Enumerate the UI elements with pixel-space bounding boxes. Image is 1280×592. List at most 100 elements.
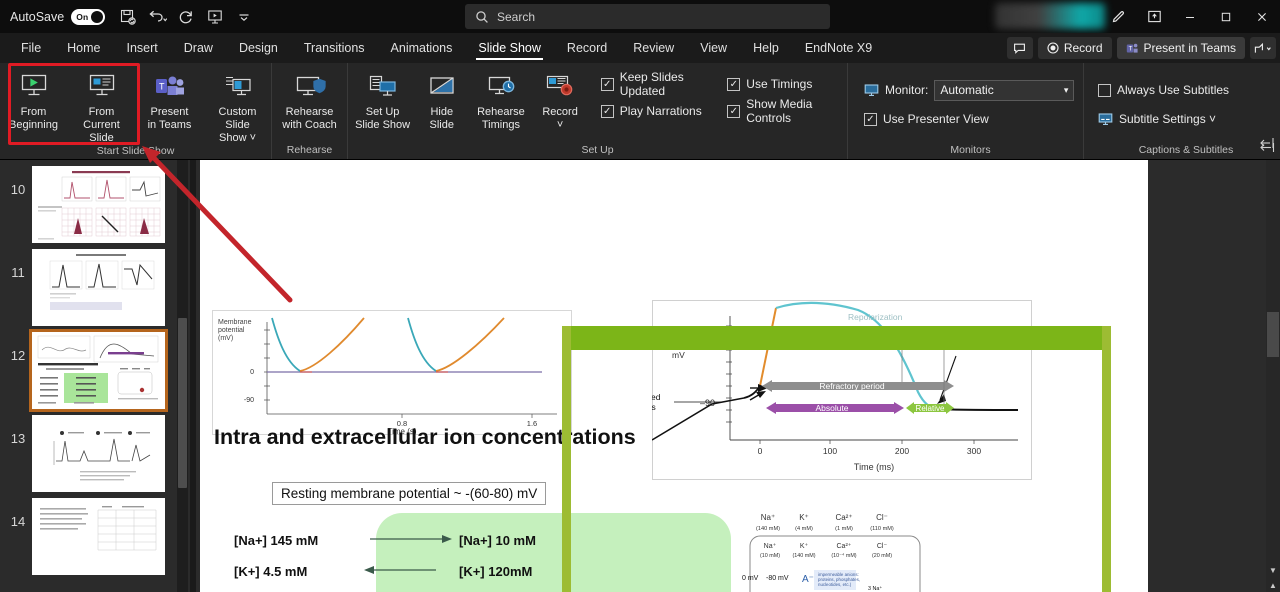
intracellular-ion-0: [Na+] 10 mM bbox=[459, 533, 536, 548]
svg-text:(110 mM): (110 mM) bbox=[870, 526, 894, 532]
tab-help[interactable]: Help bbox=[740, 33, 792, 63]
thumbnail-pane-scrollbar[interactable] bbox=[177, 160, 188, 592]
tab-label: Slide Show bbox=[478, 41, 541, 55]
tab-slide-show[interactable]: Slide Show bbox=[465, 33, 554, 63]
slide-thumbnail-12[interactable] bbox=[29, 329, 168, 412]
checkbox-mark: ✓ bbox=[727, 77, 741, 91]
save-icon[interactable] bbox=[115, 5, 141, 29]
show-media-controls-checkbox[interactable]: ✓ Show Media Controls bbox=[727, 97, 841, 125]
checkbox-mark: ✓ bbox=[727, 104, 741, 118]
previous-slide-button[interactable]: ▲ bbox=[1267, 579, 1279, 592]
thumbnail-row-10[interactable]: 10 bbox=[0, 160, 190, 243]
svg-text:(mV): (mV) bbox=[218, 335, 233, 342]
record-ribbon-button[interactable]: Record ˅ bbox=[532, 67, 589, 132]
thumbnail-row-13[interactable]: 13 bbox=[0, 409, 190, 492]
autosave-toggle-state: On bbox=[76, 11, 89, 22]
title-bar: AutoSave On Search bbox=[0, 0, 1280, 33]
from-current-slide-button[interactable]: From Current Slide bbox=[69, 67, 135, 145]
tab-file[interactable]: File bbox=[8, 33, 54, 63]
redo-icon[interactable] bbox=[173, 5, 199, 29]
from-beginning-button[interactable]: From Beginning bbox=[1, 67, 67, 132]
autosave-toggle[interactable]: On bbox=[71, 8, 106, 25]
svg-text:(10 mM): (10 mM) bbox=[760, 553, 780, 559]
from-beginning-label: From Beginning bbox=[9, 106, 58, 131]
monitor-select[interactable]: Automatic ▾ bbox=[934, 79, 1075, 101]
monitor-selector-row: Monitor: Automatic ▾ bbox=[864, 79, 1075, 101]
tab-label: View bbox=[700, 41, 728, 55]
rehearse-with-coach-button[interactable]: Rehearse with Coach bbox=[277, 67, 343, 132]
teams-people-icon: T bbox=[154, 71, 186, 103]
ribbon-group-label: Rehearse bbox=[286, 144, 333, 156]
tab-animations[interactable]: Animations bbox=[378, 33, 466, 63]
tab-review[interactable]: Review bbox=[620, 33, 687, 63]
next-slide-button[interactable]: ▼ bbox=[1267, 564, 1279, 577]
slide-scrollbar-thumb[interactable] bbox=[1267, 312, 1279, 357]
slide-thumbnail-11[interactable] bbox=[32, 249, 165, 326]
tab-label: Home bbox=[67, 41, 101, 55]
thumbnail-row-14[interactable]: 14 bbox=[0, 492, 190, 575]
tab-label: Help bbox=[753, 41, 779, 55]
present-in-teams-ribbon-button[interactable]: T Present in Teams bbox=[137, 67, 203, 132]
teams-icon: T bbox=[1126, 43, 1138, 53]
thumbnail-scrollbar-thumb[interactable] bbox=[178, 318, 187, 488]
always-use-subtitles-checkbox[interactable]: Always Use Subtitles bbox=[1098, 79, 1229, 101]
inside-ion-na: Na⁺ bbox=[764, 543, 777, 550]
record-ribbon-icon bbox=[545, 71, 575, 103]
present-in-teams-label: Present in Teams bbox=[1143, 41, 1237, 55]
start-presentation-icon[interactable] bbox=[202, 5, 228, 29]
tab-design[interactable]: Design bbox=[226, 33, 291, 63]
slide-thumbnail-14[interactable] bbox=[32, 498, 165, 575]
slide-thumbnail-10[interactable] bbox=[32, 166, 165, 243]
tab-endnote-x9[interactable]: EndNote X9 bbox=[792, 33, 885, 63]
slide-vertical-scrollbar[interactable]: ▼ ▲ bbox=[1266, 160, 1280, 592]
play-narrations-checkbox[interactable]: ✓ Play Narrations bbox=[600, 100, 714, 122]
undo-icon[interactable] bbox=[144, 5, 170, 29]
use-presenter-view-label: Use Presenter View bbox=[883, 112, 989, 126]
close-button[interactable] bbox=[1244, 0, 1280, 33]
tab-transitions[interactable]: Transitions bbox=[291, 33, 378, 63]
tab-draw[interactable]: Draw bbox=[171, 33, 226, 63]
present-in-teams-button[interactable]: T Present in Teams bbox=[1116, 37, 1245, 59]
svg-text:(4 mM): (4 mM) bbox=[795, 526, 813, 532]
restore-button[interactable] bbox=[1208, 0, 1244, 33]
ribbon-display-options-icon[interactable] bbox=[1136, 0, 1172, 33]
search-input[interactable]: Search bbox=[465, 4, 830, 29]
thumbnail-number: 14 bbox=[10, 514, 26, 529]
tab-view[interactable]: View bbox=[687, 33, 740, 63]
tab-record[interactable]: Record bbox=[554, 33, 620, 63]
pin-ribbon-icon[interactable] bbox=[1260, 137, 1274, 152]
record-button[interactable]: Record bbox=[1037, 37, 1112, 59]
slide-thumbnail-13[interactable] bbox=[32, 415, 165, 492]
checkbox-mark: ✓ bbox=[600, 77, 614, 91]
tab-home[interactable]: Home bbox=[54, 33, 113, 63]
checkbox-empty bbox=[1098, 83, 1111, 97]
pen-icon[interactable] bbox=[1100, 0, 1136, 33]
autosave-toggle-knob bbox=[91, 10, 104, 23]
use-timings-checkbox[interactable]: ✓ Use Timings bbox=[727, 73, 841, 95]
share-button[interactable] bbox=[1250, 37, 1276, 59]
rehearse-timings-button[interactable]: Rehearse Timings bbox=[472, 67, 529, 132]
ribbon-group-set-up: Set Up Slide Show Hide Slide Rehearse Ti… bbox=[348, 63, 848, 159]
set-up-slide-show-label: Set Up Slide Show bbox=[355, 106, 411, 131]
svg-text:mV: mV bbox=[672, 350, 685, 360]
customize-quick-access-toolbar-icon[interactable] bbox=[231, 5, 257, 29]
inside-ion-k: K⁺ bbox=[800, 543, 809, 550]
set-up-slide-show-button[interactable]: Set Up Slide Show bbox=[354, 67, 411, 132]
inside-ion-cl: Cl⁻ bbox=[877, 543, 888, 550]
keep-slides-updated-checkbox[interactable]: ✓ Keep Slides Updated bbox=[600, 70, 714, 98]
current-slide[interactable]: Membrane potential (mV) 0 -90 0.8 1.6 Ti… bbox=[200, 160, 1148, 592]
minimize-button[interactable] bbox=[1172, 0, 1208, 33]
thumbnail-number: 13 bbox=[10, 431, 26, 446]
subtitle-settings-button[interactable]: Subtitle Settings ˅ bbox=[1098, 108, 1216, 130]
custom-slide-show-button[interactable]: Custom Slide Show ˅ bbox=[205, 67, 271, 145]
thumbnail-row-11[interactable]: 11 bbox=[0, 243, 190, 326]
svg-text:potential: potential bbox=[218, 327, 245, 334]
tab-insert[interactable]: Insert bbox=[114, 33, 171, 63]
thumbnail-row-12[interactable]: 12 bbox=[0, 326, 190, 412]
comments-button[interactable] bbox=[1006, 37, 1033, 59]
slide-editing-area: Membrane potential (mV) 0 -90 0.8 1.6 Ti… bbox=[196, 160, 1280, 592]
use-presenter-view-checkbox[interactable]: ✓ Use Presenter View bbox=[864, 108, 989, 130]
hide-slide-button[interactable]: Hide Slide bbox=[413, 67, 470, 132]
svg-text:Relative: Relative bbox=[916, 404, 945, 413]
slide-thumbnail-pane[interactable]: 10 11 12 13 14 bbox=[0, 160, 190, 592]
